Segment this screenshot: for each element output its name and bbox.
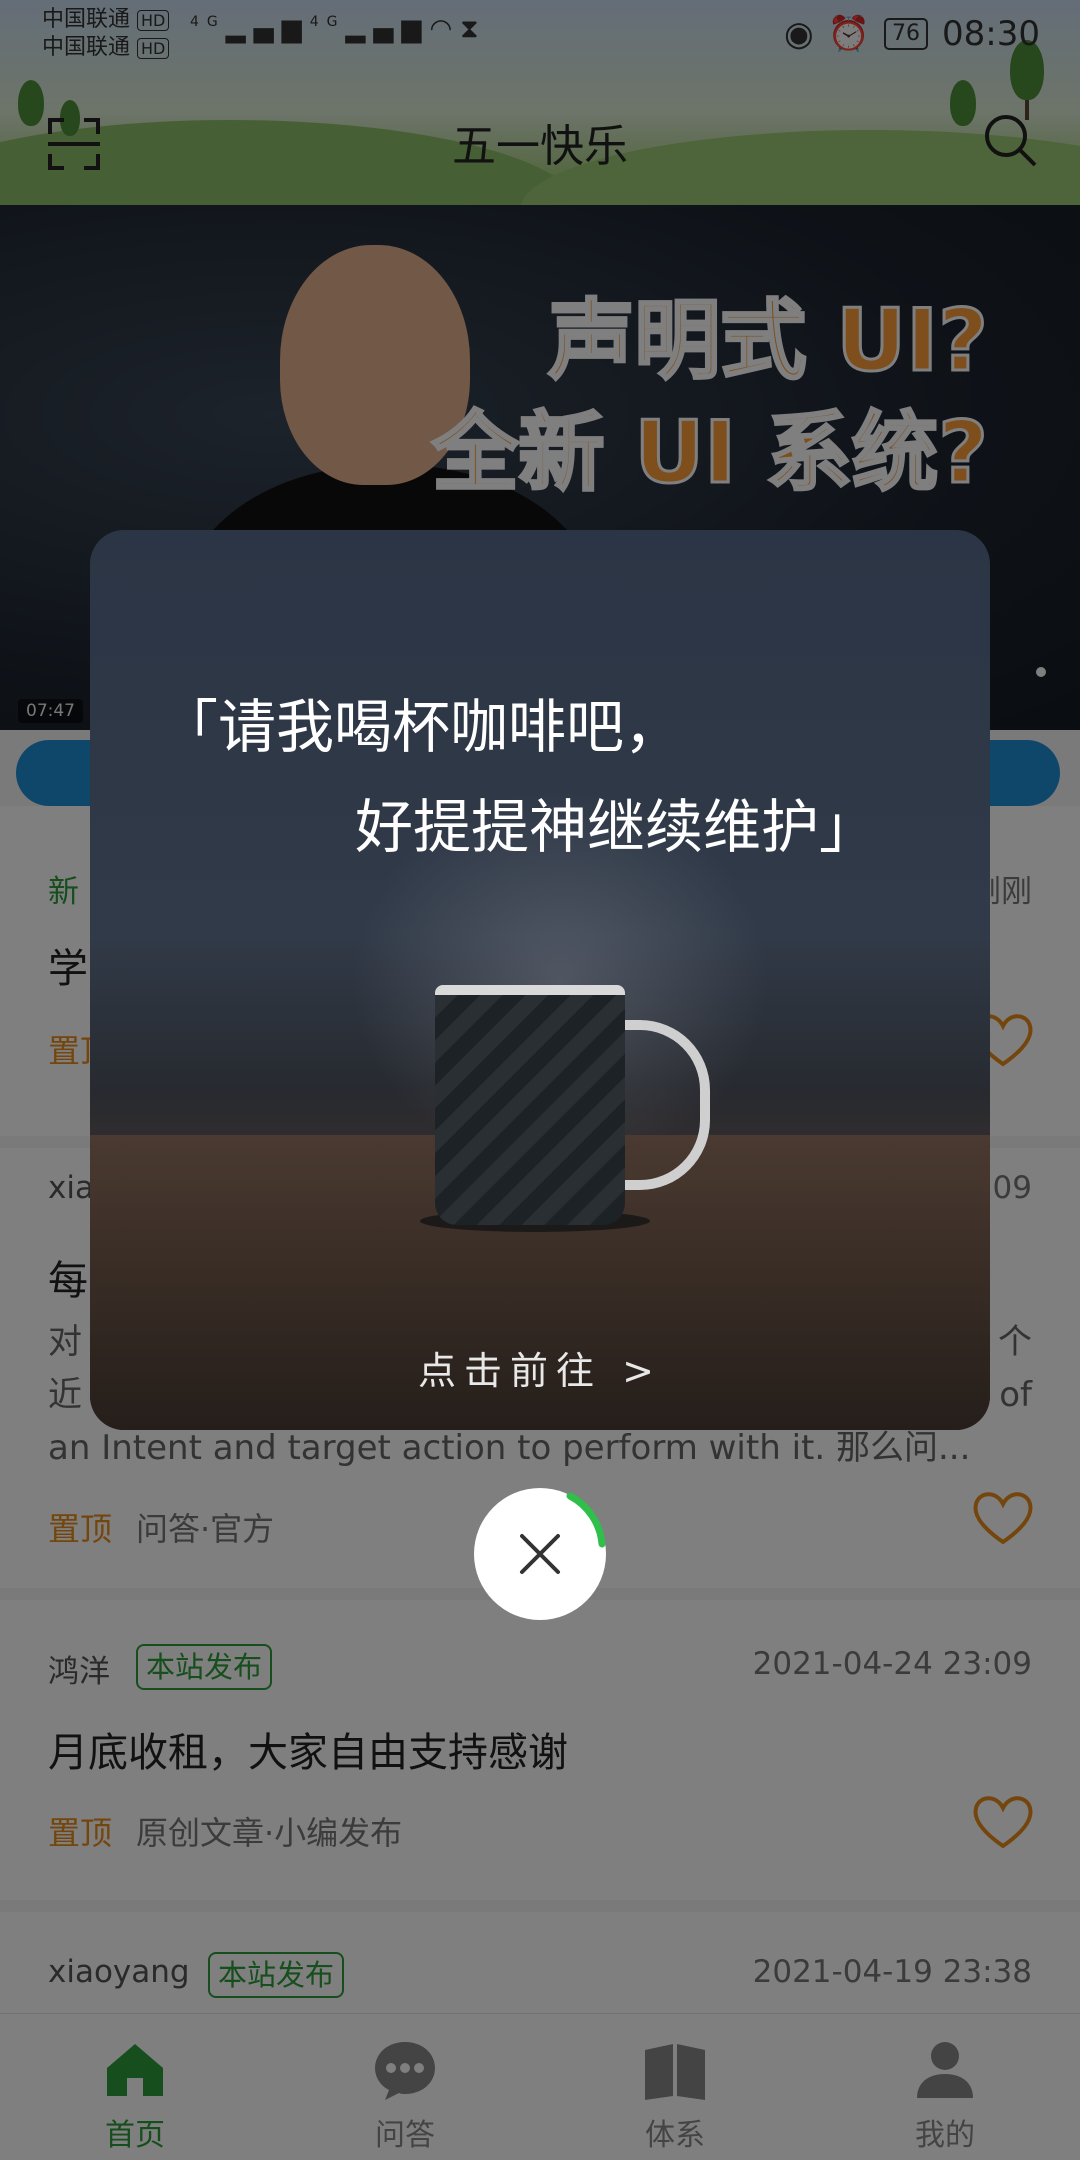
close-icon — [520, 1492, 606, 1574]
dialog-text-line-2: 好提提神继续维护」 — [355, 793, 878, 861]
donation-dialog[interactable]: 「请我喝杯咖啡吧， 好提提神继续维护」 点击前往 > — [90, 530, 990, 1430]
dialog-text-line-1: 「请我喝杯咖啡吧， — [160, 693, 683, 761]
close-button[interactable] — [474, 1488, 606, 1620]
go-link-button[interactable]: 点击前往 > — [90, 1340, 990, 1395]
coffee-mug — [435, 985, 625, 1225]
